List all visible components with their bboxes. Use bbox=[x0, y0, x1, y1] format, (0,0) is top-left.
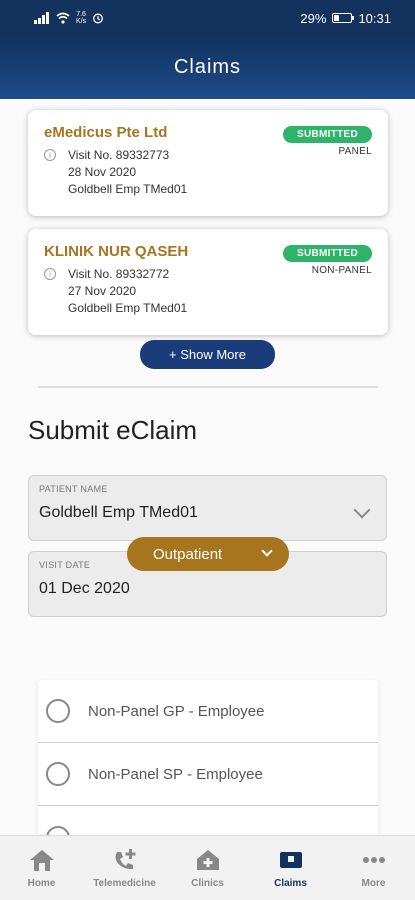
wifi-icon bbox=[56, 12, 70, 24]
visit-date: 27 Nov 2020 bbox=[68, 284, 137, 298]
claim-type: PANEL bbox=[338, 146, 372, 157]
claim-option[interactable]: Non-Panel SP - Employee bbox=[38, 743, 378, 806]
nav-label: Telemedicine bbox=[93, 878, 156, 889]
page-title: Claims bbox=[173, 56, 242, 78]
status-badge: SUBMITTED bbox=[282, 126, 372, 143]
bottom-nav: Home Telemedicine Clinics Claims More bbox=[0, 835, 415, 900]
status-badge: SUBMITTED bbox=[282, 245, 372, 262]
patient-name: Goldbell Emp TMed01 bbox=[68, 182, 188, 196]
status-left: 7.6 K/s bbox=[34, 11, 104, 25]
claim-category-dropdown[interactable]: Outpatient bbox=[127, 537, 289, 571]
patient-name-label: PATIENT NAME bbox=[39, 484, 108, 494]
radio-button[interactable] bbox=[46, 762, 70, 786]
claim-info: i Visit No. 89332773 28 Nov 2020 Goldbel… bbox=[44, 147, 372, 198]
nav-label: More bbox=[361, 878, 386, 889]
nav-label: Clinics bbox=[191, 878, 224, 889]
more-icon bbox=[362, 857, 385, 863]
status-bar: 7.6 K/s 29% 10:31 bbox=[0, 0, 415, 36]
visit-number: Visit No. 89332772 bbox=[68, 267, 170, 281]
patient-name-select[interactable]: PATIENT NAME Goldbell Emp TMed01 bbox=[28, 475, 387, 541]
claim-category-label: Outpatient bbox=[153, 545, 223, 563]
visit-date-value: 01 Dec 2020 bbox=[39, 580, 130, 597]
main-content[interactable]: eMedicus Pte Ltd i Visit No. 89332773 28… bbox=[0, 99, 415, 835]
claim-option[interactable]: Non-Panel GP - Employee bbox=[38, 680, 378, 743]
info-icon: i bbox=[44, 268, 56, 280]
claim-type: NON-PANEL bbox=[311, 265, 372, 276]
alarm-icon bbox=[93, 13, 104, 24]
nav-label: Claims bbox=[274, 878, 307, 889]
option-label: Non-Panel GP - Employee bbox=[88, 702, 265, 720]
claim-details: Visit No. 89332773 28 Nov 2020 Goldbell … bbox=[68, 147, 187, 198]
clock: 10:31 bbox=[358, 10, 391, 26]
radio-button[interactable] bbox=[46, 699, 70, 723]
divider bbox=[38, 386, 378, 388]
claim-type-options: Non-Panel GP - Employee Non-Panel SP - E… bbox=[38, 680, 378, 835]
visit-number: Visit No. 89332773 bbox=[68, 148, 170, 162]
signal-icon bbox=[34, 12, 49, 24]
patient-name-value: Goldbell Emp TMed01 bbox=[39, 504, 198, 521]
claim-card[interactable]: eMedicus Pte Ltd i Visit No. 89332773 28… bbox=[28, 110, 388, 216]
patient-name: Goldbell Emp TMed01 bbox=[68, 301, 188, 315]
nav-clinics[interactable]: Clinics bbox=[166, 836, 249, 889]
submit-eclaim-title: Submit eClaim bbox=[28, 415, 198, 445]
claim-card[interactable]: KLINIK NUR QASEH i Visit No. 89332772 27… bbox=[28, 229, 388, 335]
nav-more[interactable]: More bbox=[332, 836, 415, 889]
app-header: Claims bbox=[0, 36, 415, 99]
show-more-button[interactable]: + Show More bbox=[140, 340, 275, 369]
info-icon: i bbox=[44, 149, 56, 161]
home-icon bbox=[29, 850, 54, 871]
chevron-down-icon bbox=[261, 545, 273, 557]
option-label: Non-Panel SP - Employee bbox=[88, 765, 263, 783]
claim-details: Visit No. 89332772 27 Nov 2020 Goldbell … bbox=[68, 266, 187, 317]
battery-icon bbox=[332, 13, 355, 23]
status-right: 29% 10:31 bbox=[300, 11, 391, 26]
nav-label: Home bbox=[27, 878, 56, 889]
radio-button[interactable] bbox=[46, 825, 70, 835]
claim-option[interactable] bbox=[38, 806, 378, 835]
nav-claims[interactable]: Claims bbox=[249, 836, 332, 889]
claims-icon bbox=[279, 852, 302, 868]
nav-home[interactable]: Home bbox=[0, 836, 83, 889]
visit-date: 28 Nov 2020 bbox=[68, 165, 137, 179]
telemedicine-icon bbox=[115, 849, 135, 870]
nav-telemedicine[interactable]: Telemedicine bbox=[83, 836, 166, 889]
network-speed: 7.6 K/s bbox=[76, 11, 87, 25]
battery-fill bbox=[334, 15, 340, 21]
clinics-icon bbox=[196, 850, 219, 870]
battery-percent: 29% bbox=[300, 10, 327, 26]
